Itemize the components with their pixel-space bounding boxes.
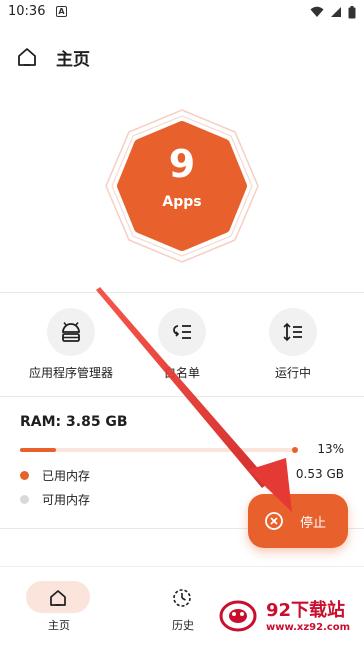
apps-count: 9 (168, 142, 196, 186)
page-title: 主页 (56, 50, 90, 70)
site-watermark: 92下载站 www.xz92.com (212, 590, 364, 646)
notification-a-icon: A (56, 6, 67, 17)
watermark-url: www.xz92.com (266, 622, 351, 633)
running-icon-circle (269, 308, 317, 356)
home-icon[interactable] (16, 46, 38, 68)
whitelist-icon (173, 325, 191, 339)
nav-item-history[interactable]: 历史 (148, 579, 218, 633)
ram-progress-fill (20, 448, 56, 452)
apps-count-badge: 9 Apps (102, 106, 262, 266)
nav-home-label: 主页 (48, 619, 70, 632)
status-time: 10:36 (8, 4, 46, 19)
watermark-title: 92下载站 (266, 600, 346, 621)
ram-percent: 13% (317, 442, 344, 456)
ram-progress-end-dot (292, 447, 298, 453)
legend-dot-used (20, 471, 29, 480)
status-icons (310, 5, 356, 19)
status-bar: 10:36 A (0, 0, 364, 26)
sort-icon (283, 322, 302, 342)
whitelist-icon-circle (158, 308, 206, 356)
legend-used-label: 已用内存 (42, 469, 91, 483)
ram-title: RAM: 3.85 GB (20, 414, 128, 430)
divider (0, 292, 364, 293)
stop-icon (265, 512, 283, 530)
apps-label: Apps (162, 194, 202, 210)
android-icon (62, 322, 80, 342)
nav-history-label: 历史 (172, 619, 194, 632)
running-button[interactable]: 运行中 (243, 308, 343, 380)
signal-icon (331, 7, 341, 17)
whitelist-button[interactable]: 白名单 (132, 308, 232, 380)
ram-progress-bar (20, 447, 298, 453)
app-manager-button[interactable]: 应用程序管理器 (21, 308, 121, 380)
app-manager-icon-circle (47, 308, 95, 356)
wifi-icon (310, 6, 324, 17)
badge-octagon-shape (105, 109, 259, 263)
legend-used-row: 已用内存 0.53 GB (20, 466, 344, 484)
nav-item-home[interactable]: 主页 (24, 579, 94, 633)
app-header: 主页 (0, 40, 364, 74)
stop-label: 停止 (300, 516, 327, 531)
history-icon (173, 589, 191, 607)
running-label: 运行中 (274, 366, 311, 380)
stop-button[interactable]: 停止 (248, 494, 348, 548)
legend-dot-free (20, 495, 29, 504)
watermark-logo-icon (219, 600, 257, 632)
battery-icon (348, 5, 356, 18)
divider (0, 396, 364, 397)
home-icon (50, 590, 66, 606)
legend-free-label: 可用内存 (42, 493, 91, 507)
legend-used-value: 0.53 GB (295, 467, 344, 481)
